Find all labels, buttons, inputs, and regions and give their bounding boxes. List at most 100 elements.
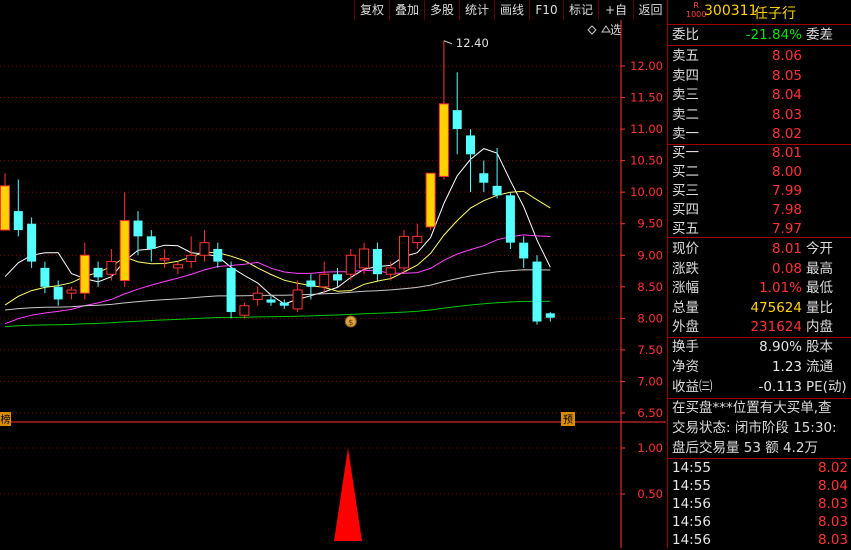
quote-value: 475624: [750, 299, 802, 316]
quote-value: 0.08: [771, 260, 802, 277]
candle-body-up: [66, 289, 77, 294]
info-line: 盘后交易量 53 额 4.2万: [668, 438, 851, 458]
sell-row[interactable]: 卖四 8.05: [668, 66, 851, 86]
sell-row[interactable]: 卖二 8.03: [668, 105, 851, 125]
kline-chart[interactable]: 12.00 11.50 11.00 10.50 10.00 9.50 9.00 8.50 8.0…: [0, 20, 666, 548]
info-text: 交易状态: 闭市阶段 15:30:: [672, 420, 837, 436]
stat-row: 净资 1.23 流通: [668, 357, 851, 377]
quote-row: 总量 475624 量比: [668, 298, 851, 318]
stock-code[interactable]: 300311: [704, 3, 757, 19]
moving-average-lines: [4, 148, 551, 328]
y-tick-label: 10.00: [630, 185, 663, 199]
tick-time: 14:56: [672, 496, 711, 512]
y-tick-label: 11.00: [630, 122, 663, 136]
y-tick-label: 10.50: [630, 154, 663, 168]
quote-label-2: 今开: [806, 241, 833, 257]
quote-row: 涨跌 0.08 最高: [668, 259, 851, 279]
buy-label: 买五: [672, 221, 699, 237]
candle-body-down: [519, 242, 529, 259]
candle-body-down: [213, 248, 223, 262]
tick-row: 14:56 8.03: [668, 512, 851, 532]
restore-rights-button[interactable]: 复权: [354, 0, 389, 20]
add-watchlist-button[interactable]: +自选: [598, 0, 633, 37]
buy-price: 8.00: [771, 164, 802, 180]
back-button[interactable]: 返回: [633, 0, 667, 20]
chart-grid: [0, 65, 666, 423]
sell-row[interactable]: 卖三 8.04: [668, 85, 851, 105]
quote-label: 涨跌: [672, 260, 699, 277]
buy-price: 7.97: [771, 221, 802, 237]
candle-body-down: [146, 236, 156, 249]
sell-label: 卖一: [672, 126, 699, 143]
candle-body-up: [319, 273, 330, 288]
candle-body-up: [385, 267, 396, 275]
candle-body-down: [492, 185, 502, 196]
tick-time: 14:55: [672, 460, 711, 476]
candle-body-down: [13, 211, 23, 231]
candle-body-up: [172, 264, 183, 269]
multi-stock-button[interactable]: 多股: [424, 0, 459, 20]
quote-value: 231624: [750, 319, 802, 335]
candle-body-down: [466, 135, 475, 155]
f10-button[interactable]: F10: [529, 0, 563, 20]
buy-price: 7.99: [771, 183, 802, 199]
stock-header: R 1000 300311 任子行: [668, 0, 851, 24]
candle-body-down: [479, 173, 489, 183]
candle-body-up: [0, 185, 10, 231]
candle-body-up: [399, 235, 409, 269]
stat-row: 收益㈢ -0.113 PE(动): [668, 377, 851, 397]
candle-body-down: [333, 274, 342, 281]
y-tick-label: 11.50: [630, 91, 663, 105]
tick-time: 14:55: [672, 478, 711, 494]
sell-label: 卖四: [672, 67, 699, 84]
sell-price: 8.02: [771, 126, 802, 143]
sell-row[interactable]: 卖五 8.06: [668, 46, 851, 66]
triangle-icon: [601, 25, 611, 33]
candle-body-down: [133, 220, 143, 237]
sell-row[interactable]: 卖一 8.02: [668, 124, 851, 144]
candle-body-up: [292, 289, 303, 310]
candle-body-down: [266, 299, 276, 303]
buy-row[interactable]: 买四 7.98: [668, 200, 851, 220]
candle-body-up: [199, 242, 210, 256]
candle-body-up: [359, 248, 370, 269]
mark-button[interactable]: 标记: [563, 0, 598, 20]
candle-body-up: [438, 103, 449, 177]
quote-value: 8.01: [771, 241, 802, 257]
candle-body-down: [40, 267, 50, 287]
draw-line-button[interactable]: 画线: [494, 0, 529, 20]
stat-label: 收益㈢: [672, 379, 713, 395]
y-tick-label: 7.00: [637, 374, 663, 388]
tick-row: 14:56 8.03: [668, 494, 851, 514]
webi-value: -21.84%: [745, 27, 802, 43]
candle-body-down: [372, 248, 382, 275]
buy-label: 买二: [672, 164, 699, 180]
candle-body-up: [106, 261, 117, 275]
stat-label: 净资: [672, 359, 699, 375]
statistics-button[interactable]: 统计: [459, 0, 494, 20]
overlay-button[interactable]: 叠加: [389, 0, 424, 20]
candle-body-up: [252, 292, 263, 300]
tick-time: 14:56: [672, 532, 711, 548]
quote-row: 现价 8.01 今开: [668, 239, 851, 259]
info-text: 盘后交易量 53 额 4.2万: [672, 440, 819, 456]
sub-tick-label: 0.50: [637, 487, 663, 501]
buy-row[interactable]: 买五 7.97: [668, 219, 851, 239]
buy-row[interactable]: 买三 7.99: [668, 181, 851, 201]
quote-label-2: 内盘: [806, 319, 833, 335]
candle-body-up: [79, 254, 90, 294]
quote-label-2: 量比: [806, 299, 833, 316]
price-axis: 12.00 11.50 11.00 10.50 10.00 9.50 9.00 8.50 8.0…: [620, 20, 663, 548]
stat-value: 1.23: [771, 359, 802, 375]
candle-body-up: [119, 220, 130, 282]
buy-row[interactable]: 买一 8.01: [668, 143, 851, 163]
quote-row: 涨幅 1.01% 最低: [668, 278, 851, 298]
sell-label: 卖五: [672, 48, 699, 64]
candle-body-down: [532, 261, 542, 322]
webi-row: 委比 -21.84% 委差: [668, 25, 851, 45]
stock-name[interactable]: 任子行: [754, 3, 796, 23]
candle-body-up: [345, 254, 356, 275]
quote-label-2: 最低: [806, 280, 833, 296]
wecha-label: 委差: [806, 27, 833, 43]
buy-row[interactable]: 买二 8.00: [668, 162, 851, 182]
